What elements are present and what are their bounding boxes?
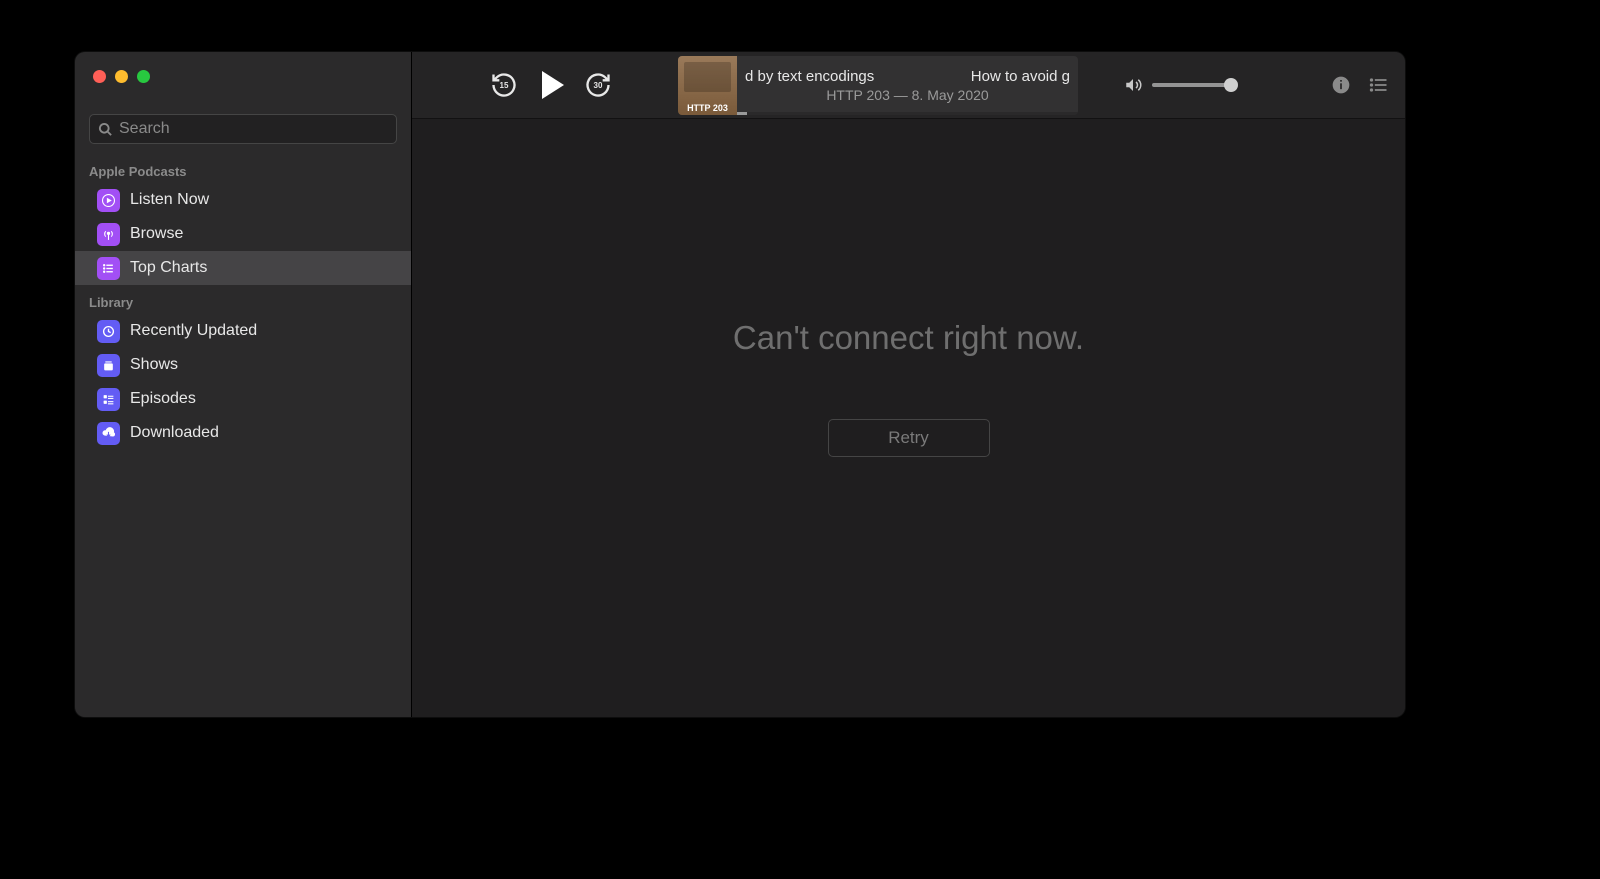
playback-controls: 15 30 [490,71,612,99]
sidebar-item-label: Listen Now [130,191,209,209]
close-window-button[interactable] [93,70,106,83]
grid-icon [97,388,120,411]
antenna-icon [97,223,120,246]
play-button[interactable] [538,71,564,99]
sidebar-item-top-charts[interactable]: Top Charts [75,251,411,285]
download-cloud-icon [97,422,120,445]
episode-subtitle: HTTP 203 — 8. May 2020 [745,87,1070,103]
sidebar-item-shows[interactable]: Shows [75,348,411,382]
clock-icon [97,320,120,343]
episode-artwork: HTTP 203 [678,56,737,115]
window-controls [75,52,411,100]
app-window: Apple Podcasts Listen Now Browse Top Cha… [75,52,1405,717]
playback-progress[interactable] [737,112,1078,115]
maximize-window-button[interactable] [137,70,150,83]
minimize-window-button[interactable] [115,70,128,83]
stack-icon [97,354,120,377]
content-area: Can't connect right now. Retry [412,119,1405,717]
search-icon [98,122,113,137]
sidebar-section-header: Apple Podcasts [75,154,411,183]
now-playing[interactable]: HTTP 203 d by text encodings How to avoi… [678,56,1078,115]
volume-control[interactable] [1124,76,1232,94]
sidebar-item-label: Top Charts [130,259,207,277]
sidebar-item-downloaded[interactable]: Downloaded [75,416,411,450]
play-circle-icon [97,189,120,212]
volume-slider[interactable] [1152,83,1232,87]
sidebar-item-listen-now[interactable]: Listen Now [75,183,411,217]
sidebar-item-label: Recently Updated [130,322,257,340]
search-input[interactable] [119,120,388,138]
skip-forward-button[interactable]: 30 [584,71,612,99]
list-icon [97,257,120,280]
sidebar-item-browse[interactable]: Browse [75,217,411,251]
sidebar-item-label: Browse [130,225,183,243]
toolbar: 15 30 HTTP 203 d by text encodings How t… [412,52,1405,119]
sidebar-item-recently-updated[interactable]: Recently Updated [75,314,411,348]
retry-button[interactable]: Retry [828,419,990,457]
sidebar-item-episodes[interactable]: Episodes [75,382,411,416]
skip-back-button[interactable]: 15 [490,71,518,99]
episode-title: d by text encodings How to avoid g [745,68,1070,85]
main-panel: 15 30 HTTP 203 d by text encodings How t… [412,52,1405,717]
search-field[interactable] [89,114,397,144]
sidebar-item-label: Shows [130,356,178,374]
queue-icon[interactable] [1369,75,1389,95]
sidebar: Apple Podcasts Listen Now Browse Top Cha… [75,52,412,717]
volume-icon [1124,76,1142,94]
play-icon [542,71,564,99]
sidebar-section-header: Library [75,285,411,314]
info-icon[interactable] [1331,75,1351,95]
sidebar-item-label: Downloaded [130,424,219,442]
skip-back-label: 15 [500,81,509,90]
error-message: Can't connect right now. [733,319,1084,357]
sidebar-item-label: Episodes [130,390,196,408]
skip-forward-label: 30 [594,81,603,90]
